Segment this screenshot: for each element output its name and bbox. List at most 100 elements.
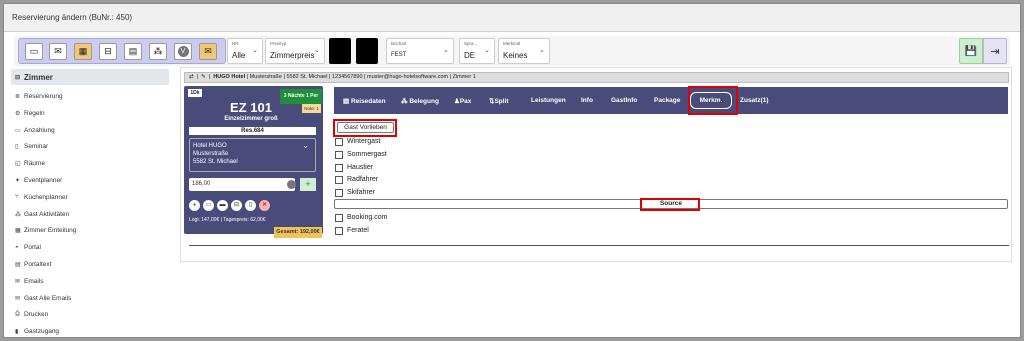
checkbox[interactable] bbox=[335, 175, 343, 184]
checkbox-booking[interactable]: Booking.com bbox=[335, 212, 387, 223]
sidebar-item-label: Zimmer Einteilung bbox=[24, 227, 77, 235]
buchart-select[interactable]: Buchart FEST ⌄ bbox=[386, 38, 454, 64]
nr-select[interactable]: NR. Alle ⌄ bbox=[227, 38, 263, 64]
merkmal-select[interactable]: Merkmal Keines ⌄ bbox=[498, 38, 550, 64]
envelope-icon[interactable]: ✉ bbox=[49, 43, 67, 60]
sidebar-item-label: Regeln bbox=[24, 109, 45, 117]
message-icon[interactable]: ▬ bbox=[217, 200, 228, 211]
sidebar-item-label: Reservierung bbox=[24, 93, 63, 100]
exit-icon[interactable]: ⇥ bbox=[983, 38, 1007, 64]
color-swatch-1[interactable] bbox=[329, 38, 351, 64]
checkbox[interactable] bbox=[335, 188, 343, 197]
tab-belegung[interactable]: ⁂ Belegung bbox=[401, 97, 439, 105]
bed-icon[interactable]: ⊟ bbox=[231, 200, 242, 211]
preistyp-select[interactable]: Preistyp Zimmerpreis ⌄ bbox=[265, 38, 325, 64]
chevron-down-icon: ⌄ bbox=[539, 47, 545, 54]
reservation-number: Res.684 bbox=[189, 127, 316, 135]
save-icon[interactable]: 💾 bbox=[959, 38, 983, 64]
tab-leistungen[interactable]: Leistungen bbox=[531, 97, 566, 104]
hotel-select[interactable]: Hotel HUGO Musterstraße 5582 St. Michael… bbox=[189, 138, 316, 172]
add-price-icon[interactable]: + bbox=[300, 178, 316, 191]
sidebar-item-label: Zimmer bbox=[24, 72, 53, 82]
tab-pax[interactable]: ♟Pax bbox=[454, 97, 471, 105]
room-name: EZ 101 bbox=[230, 100, 272, 115]
sidebar-item-label: Eventplanner bbox=[24, 177, 63, 184]
chevron-down-icon: ⌄ bbox=[314, 47, 320, 54]
sidebar-item-drucken[interactable]: ⎙ Drucken bbox=[11, 307, 169, 322]
cutlery-icon: ⑂ bbox=[15, 194, 19, 201]
checkbox-sommergast[interactable]: Sommergast bbox=[335, 149, 387, 160]
remove-price-icon[interactable] bbox=[287, 180, 296, 189]
tab-zusatz[interactable]: Zusatz(1) bbox=[740, 97, 769, 104]
hotel-address: | Musterstraße | 5582 St. Michael | 1234… bbox=[246, 74, 476, 80]
bed-icon: ⊟ bbox=[15, 74, 21, 81]
tab-info[interactable]: Info bbox=[581, 97, 593, 104]
tab-split[interactable]: ⇅Split bbox=[489, 97, 509, 105]
bed-icon[interactable]: ⊟ bbox=[99, 43, 117, 60]
portal-icon: ◓ bbox=[15, 244, 19, 251]
sidebar-item-portal[interactable]: ◓ Portal bbox=[11, 240, 169, 255]
move-icon[interactable]: ⇄ bbox=[189, 74, 194, 80]
tab-gastinfo[interactable]: GastInfo bbox=[611, 97, 637, 104]
sidebar-item-gast-alle-emails[interactable]: ✉ Gast Alle Emails bbox=[11, 291, 169, 306]
checkbox-wintergast[interactable]: Wintergast bbox=[335, 136, 380, 147]
tab-package[interactable]: Package bbox=[654, 97, 680, 104]
checkbox-haustier[interactable]: Haustier bbox=[335, 162, 373, 173]
sidebar-item-küchenplanner[interactable]: ⑂ Küchenplanner bbox=[11, 190, 169, 205]
sidebar-item-portaltext[interactable]: ▤ Portaltext bbox=[11, 257, 169, 272]
tab-reisedaten[interactable]: ▤ Reisedaten bbox=[343, 97, 386, 105]
sidebar-item-gast-aktivitäten[interactable]: ⁂ Gast Aktivitäten bbox=[11, 207, 169, 222]
sprache-select[interactable]: Spra... DE ⌄ bbox=[459, 38, 495, 64]
sidebar-item-gastzugang[interactable]: ▮ Gastzugang bbox=[11, 324, 169, 339]
checkbox[interactable] bbox=[335, 163, 343, 172]
sidebar-item-zimmer-einteilung[interactable]: ▦ Zimmer Einteilung bbox=[11, 223, 169, 238]
checkbox-skifahrer[interactable]: Skifahrer bbox=[335, 187, 375, 198]
document-icon[interactable]: ▯ bbox=[245, 200, 256, 211]
highlight-gast-vorlieben bbox=[333, 119, 397, 137]
print-icon: ⎙ bbox=[15, 311, 20, 318]
sidebar-item-seminar[interactable]: ▯ Seminar bbox=[11, 139, 169, 154]
add-icon[interactable]: + bbox=[189, 200, 200, 211]
divider bbox=[189, 245, 1009, 246]
sidebar-item-label: Küchenplanner bbox=[24, 193, 68, 201]
edit-icon[interactable]: ✎ bbox=[201, 74, 206, 80]
sidebar-item-label: Anzahlung bbox=[24, 126, 55, 134]
checkbox-feratel[interactable]: Feratel bbox=[335, 225, 369, 236]
checkbox[interactable] bbox=[335, 213, 343, 222]
sidebar-item-emails[interactable]: ✉ Emails bbox=[11, 274, 169, 289]
sidebar-item-zimmer[interactable]: ⊟ Zimmer bbox=[11, 69, 169, 85]
delete-icon[interactable]: ✕ bbox=[259, 200, 270, 211]
action-buttons: 💾 ⇥ bbox=[959, 38, 1009, 64]
sidebar-item-räume[interactable]: ◱ Räume bbox=[11, 156, 169, 171]
checkbox[interactable] bbox=[335, 137, 343, 146]
sidebar: ⊟ Zimmer ≣ Reservierung ⚙ Regeln ▭ Anzahlung ▯ Se… bbox=[11, 67, 171, 337]
calculator-icon[interactable]: ▦ bbox=[74, 43, 92, 60]
highlight-source bbox=[640, 198, 700, 211]
sidebar-item-anzahlung[interactable]: ▭ Anzahlung bbox=[11, 123, 169, 138]
checkbox[interactable] bbox=[335, 150, 343, 159]
sidebar-item-label: Portaltext bbox=[24, 261, 52, 268]
color-swatch-2[interactable] bbox=[356, 38, 378, 64]
room-icon: ◱ bbox=[15, 161, 21, 168]
circle-v-icon[interactable]: V bbox=[174, 43, 192, 60]
card-icon[interactable]: ▭ bbox=[203, 200, 214, 211]
highlight-merkmale-tab bbox=[688, 86, 738, 115]
price-input[interactable]: 186,00 bbox=[189, 178, 295, 191]
window-title: Reservierung ändern (BuNr.: 450) bbox=[12, 13, 133, 22]
id-card-icon[interactable]: ▭ bbox=[25, 43, 43, 60]
text-icon: ▤ bbox=[15, 262, 21, 268]
checkbox-radfahrer[interactable]: Radfahrer bbox=[335, 174, 378, 185]
seminar-icon: ▯ bbox=[15, 144, 19, 151]
room-type: Einzelzimmer groß bbox=[224, 116, 278, 122]
sidebar-item-reservierung[interactable]: ≣ Reservierung bbox=[11, 89, 169, 104]
chevron-down-icon: ⌄ bbox=[484, 47, 490, 54]
sidebar-item-eventplanner[interactable]: ✦ Eventplanner bbox=[11, 173, 169, 188]
sidebar-item-regeln[interactable]: ⚙ Regeln bbox=[11, 106, 169, 121]
open-envelope-icon[interactable]: ✉ bbox=[199, 43, 217, 60]
activity-icon: ⁂ bbox=[15, 211, 21, 218]
people-icon[interactable]: ⁂ bbox=[149, 43, 167, 60]
grid-icon[interactable]: ▤ bbox=[124, 43, 142, 60]
window-titlebar: Reservierung ändern (BuNr.: 450) bbox=[4, 4, 1020, 32]
sidebar-item-label: Seminar bbox=[24, 143, 49, 151]
checkbox[interactable] bbox=[335, 226, 343, 235]
